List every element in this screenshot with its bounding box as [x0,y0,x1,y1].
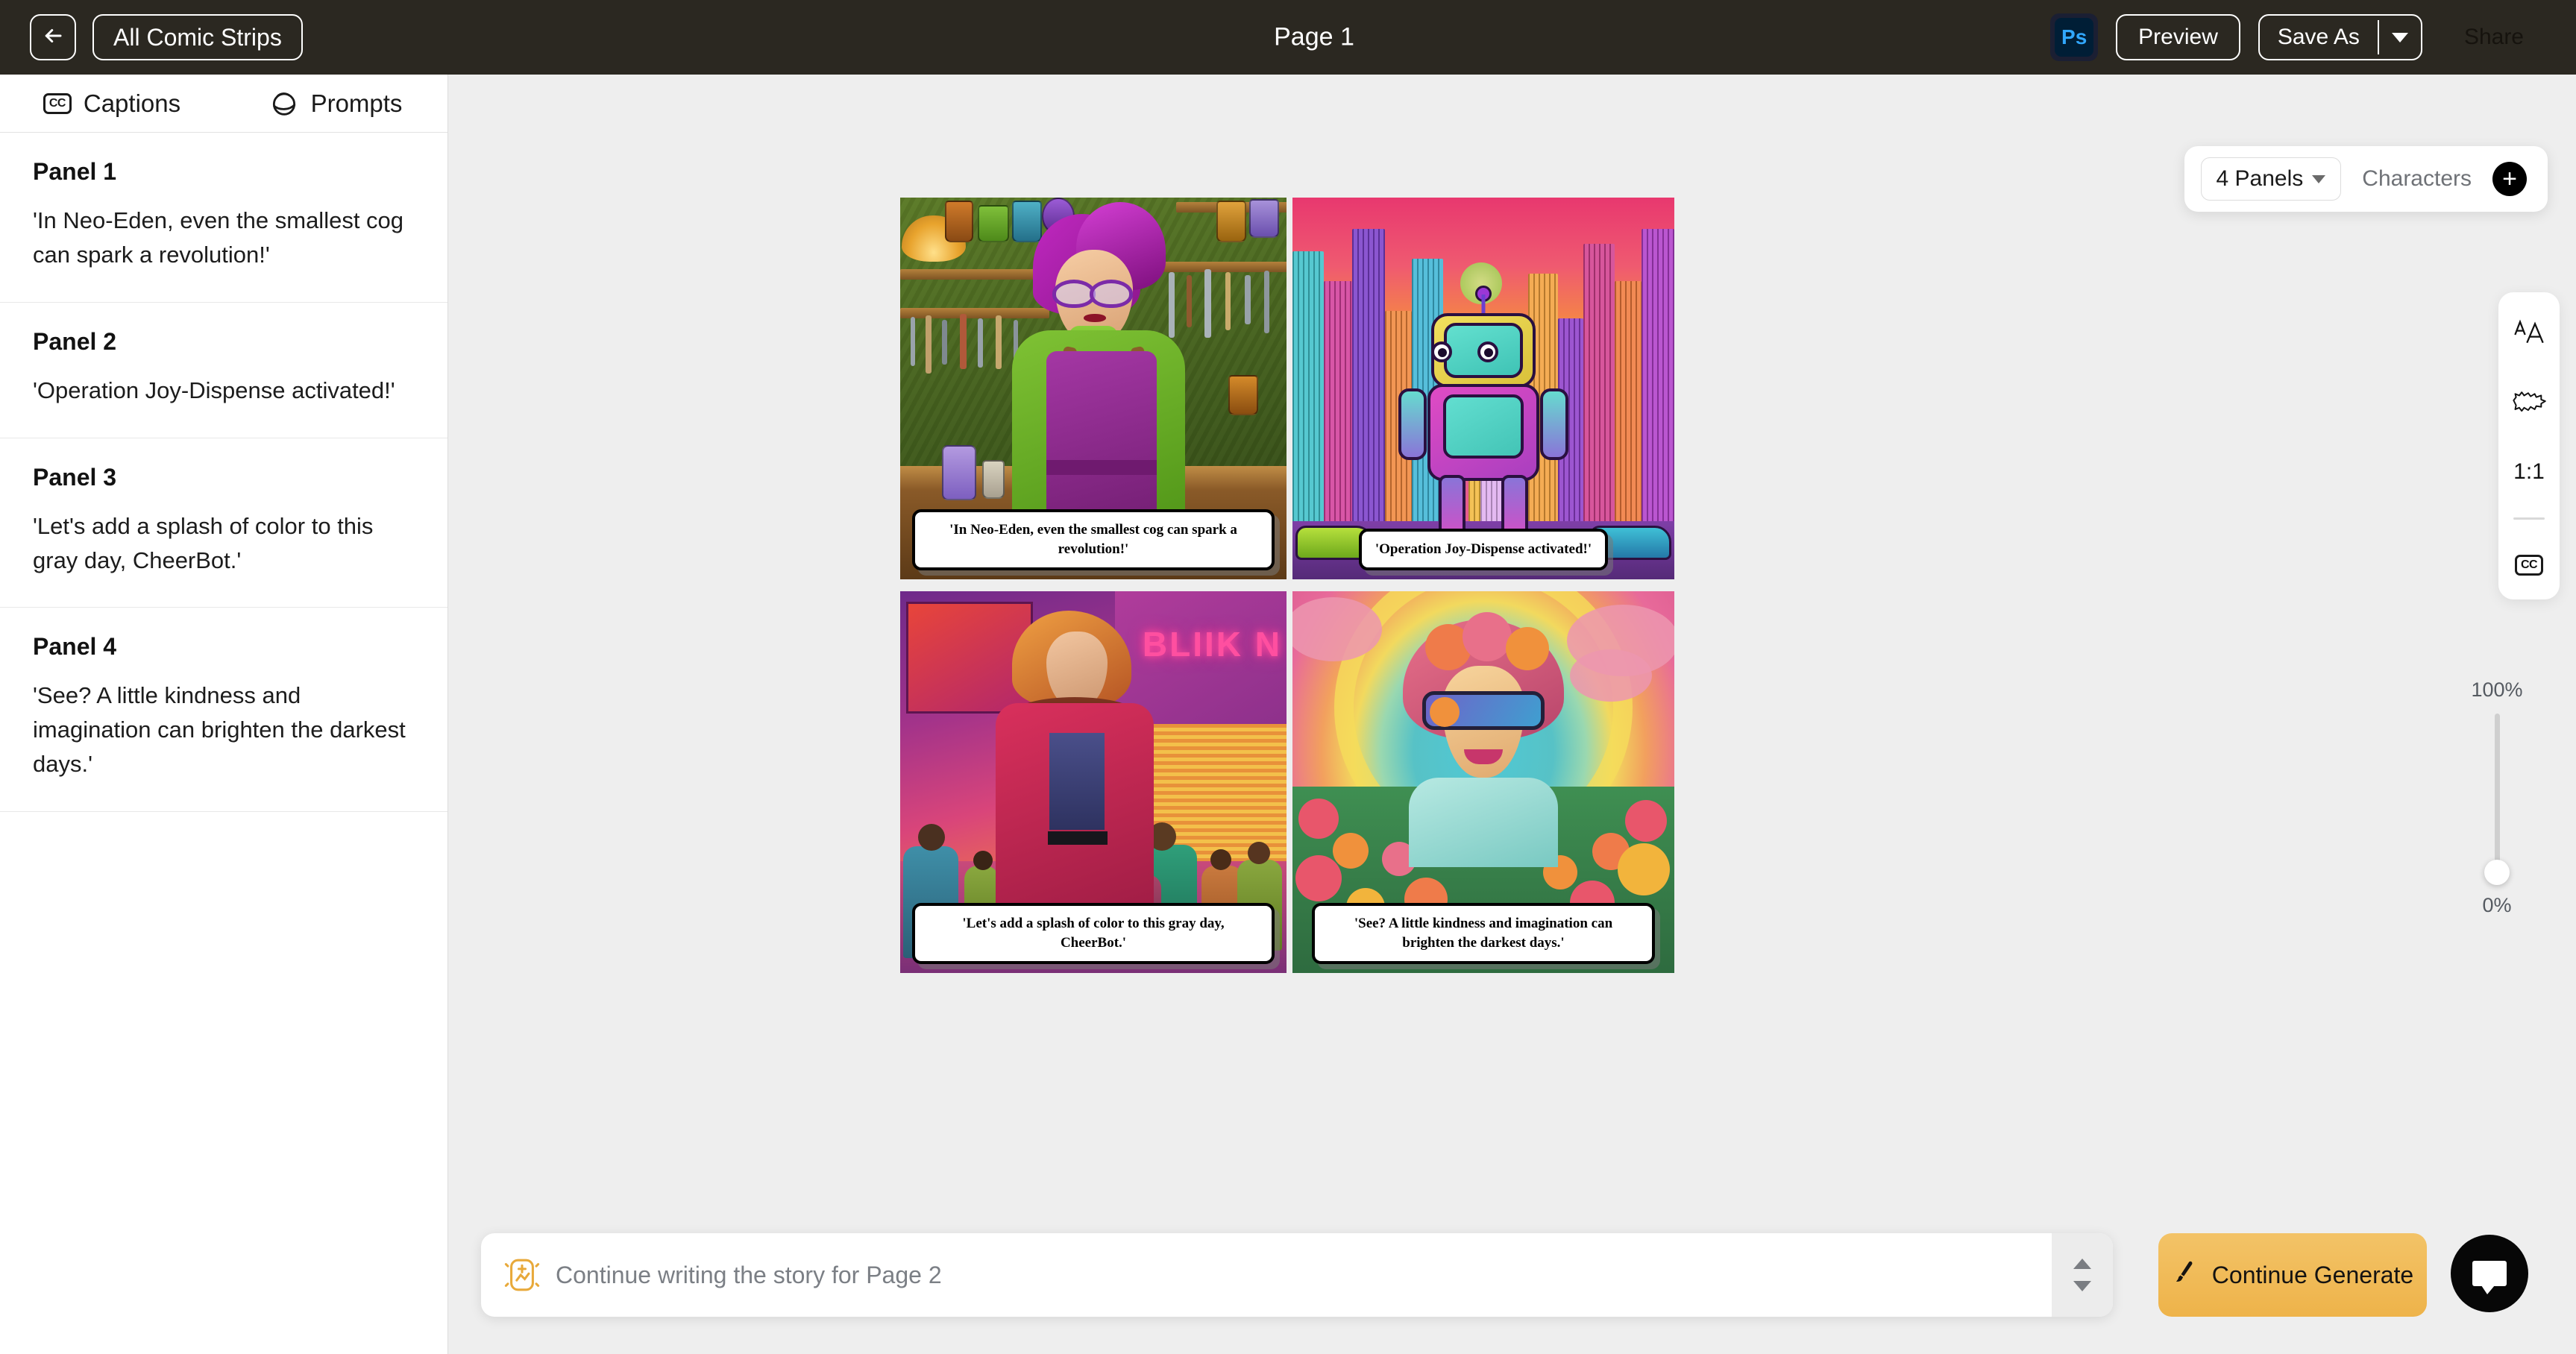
tab-prompts[interactable]: Prompts [224,75,447,132]
panels-characters-toolbar: 4 Panels Characters + [2184,146,2548,212]
save-as-dropdown-button[interactable] [2379,16,2421,59]
panel-caption[interactable]: 'Let's add a splash of color to this gra… [33,509,415,578]
add-character-button[interactable]: + [2492,162,2527,196]
panel-label: Panel 4 [33,633,117,661]
globe-sketch-icon [269,89,299,119]
continue-generate-label: Continue Generate [2211,1261,2414,1288]
panel-4-caption-box[interactable]: 'See? A little kindness and imagination … [1311,902,1656,964]
list-item[interactable]: Panel 4 'See? A little kindness and imag… [0,608,447,812]
speech-bubble-button[interactable] [2506,380,2552,426]
comic-panel-2[interactable]: 'Operation Joy-Dispense activated!' [1292,198,1674,579]
zoom-max-label: 100% [2471,678,2523,701]
canvas-area: 'In Neo-Eden, even the smallest cog can … [448,75,2576,1354]
quantity-stepper[interactable] [2052,1233,2113,1317]
font-size-button[interactable] [2506,312,2552,358]
preview-button[interactable]: Preview [2116,14,2240,60]
panel-2-caption-wrap: 'Operation Joy-Dispense activated!' [1292,528,1674,570]
back-button[interactable] [30,14,76,60]
panel-label: Panel 1 [33,158,117,185]
panel-1-caption-wrap: 'In Neo-Eden, even the smallest cog can … [900,508,1287,570]
tab-prompts-label: Prompts [310,89,403,117]
save-as-group: Save As [2258,14,2422,60]
save-as-button[interactable]: Save As [2260,16,2378,59]
chat-button[interactable] [2451,1235,2528,1312]
arrow-left-icon [42,25,64,51]
chat-bubble-icon [2472,1261,2507,1294]
chevron-down-icon [2312,174,2326,183]
font-size-icon [2512,317,2546,353]
zoom-min-label: 0% [2482,894,2512,916]
preview-label: Preview [2138,25,2218,49]
aspect-ratio-button[interactable]: 1:1 [2506,449,2552,495]
photoshop-icon[interactable]: Ps [2050,13,2099,61]
panel-2-caption-box[interactable]: 'Operation Joy-Dispense activated!' [1358,528,1609,570]
prompt-input[interactable] [542,1261,2052,1289]
all-comic-strips-button[interactable]: All Comic Strips [92,14,303,60]
chevron-up-icon[interactable] [2073,1259,2091,1269]
panel-caption[interactable]: 'See? A little kindness and imagination … [33,678,415,781]
zoom-slider-handle[interactable] [2484,860,2510,885]
comic-panel-1[interactable]: 'In Neo-Eden, even the smallest cog can … [900,198,1287,579]
hamburger-icon[interactable] [1222,22,1254,53]
canvas-vertical-toolbar: 1:1 CC [2498,292,2560,599]
captions-toggle-button[interactable]: CC [2506,542,2552,588]
tab-captions[interactable]: CC Captions [0,75,224,132]
characters-label[interactable]: Characters [2362,166,2472,192]
panel-count-select[interactable]: 4 Panels [2200,157,2342,201]
list-item[interactable]: Panel 3 'Let's add a splash of color to … [0,438,447,608]
panel-caption[interactable]: 'In Neo-Eden, even the smallest cog can … [33,204,415,272]
sidebar: CC Captions Prompts Panel 1 'In Neo-Eden… [0,75,448,1354]
panel-count-label: 4 Panels [2216,166,2304,191]
comic-panel-4[interactable]: 'See? A little kindness and imagination … [1292,591,1674,973]
share-label: Share [2463,25,2524,49]
top-bar-left-group: All Comic Strips [30,14,303,60]
top-bar-right-group: Ps Preview Save As Share [2050,13,2548,61]
list-item[interactable]: Panel 1 'In Neo-Eden, even the smallest … [0,133,447,303]
panel-3-caption-box[interactable]: 'Let's add a splash of color to this gra… [912,902,1275,964]
sidebar-tabs: CC Captions Prompts [0,75,447,133]
panel-caption[interactable]: 'Operation Joy-Dispense activated!' [33,374,415,408]
toolbar-divider [2513,517,2545,520]
aspect-ratio-label: 1:1 [2513,459,2545,484]
share-button[interactable]: Share [2440,14,2548,60]
tab-captions-label: Captions [83,89,181,117]
all-comic-strips-label: All Comic Strips [113,23,282,51]
page-title: Page 1 [1274,22,1354,51]
panel-1-caption-box[interactable]: 'In Neo-Eden, even the smallest cog can … [912,508,1275,570]
zoom-slider-track[interactable] [2484,714,2510,885]
list-item[interactable]: Panel 2 'Operation Joy-Dispense activate… [0,303,447,438]
cc-icon: CC [2515,555,2543,576]
zoom-slider[interactable]: 100% 0% [2452,678,2542,917]
chevron-down-icon[interactable] [2073,1281,2091,1291]
panel-3-caption-wrap: 'Let's add a splash of color to this gra… [900,902,1287,964]
top-bar: All Comic Strips Page 1 Ps Preview Save … [0,0,2576,75]
brush-icon [2172,1259,2197,1291]
comic-panel-3[interactable]: BLIIK N 'Let's add a splash of color to … [900,591,1287,973]
plus-icon: + [2502,165,2517,193]
caption-panel-list: Panel 1 'In Neo-Eden, even the smallest … [0,133,447,812]
panel-label: Panel 2 [33,327,117,355]
prompt-bar [481,1233,2113,1317]
comic-page-grid: 'In Neo-Eden, even the smallest cog can … [900,198,1674,973]
panel-4-caption-wrap: 'See? A little kindness and imagination … [1292,902,1674,964]
cc-icon: CC [43,92,72,114]
continue-generate-button[interactable]: Continue Generate [2158,1233,2427,1317]
save-as-label: Save As [2277,25,2360,49]
top-bar-center-group: Page 1 [1222,22,1354,53]
panel-2-artwork [1292,198,1674,579]
panel-label: Panel 3 [33,463,117,491]
photoshop-icon-label: Ps [2055,18,2094,57]
speech-burst-icon [2510,389,2548,418]
chevron-down-icon [2391,32,2408,42]
sparkle-image-icon [502,1255,542,1295]
